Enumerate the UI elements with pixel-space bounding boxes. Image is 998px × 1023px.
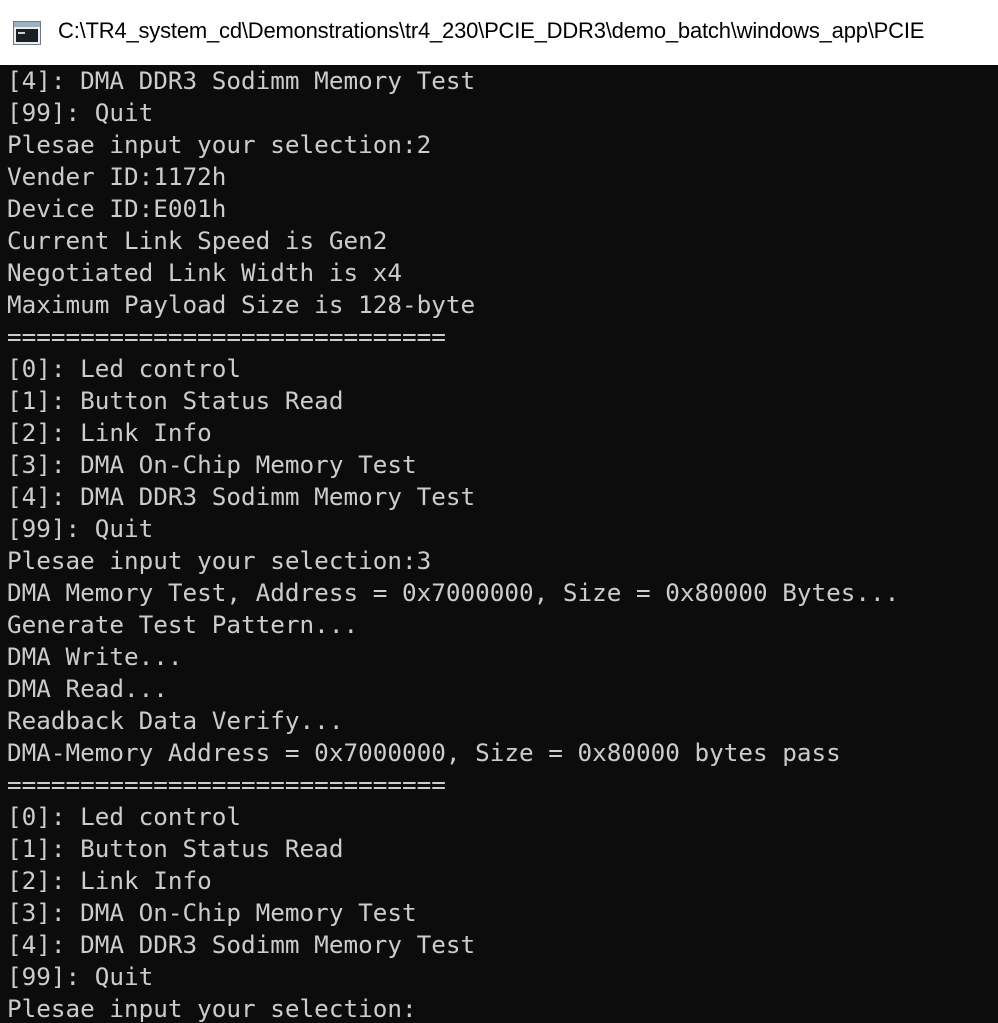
- console-line: [0]: Led control: [7, 802, 242, 831]
- console-lines: [4]: DMA DDR3 Sodimm Memory Test [99]: Qu…: [0, 65, 998, 1023]
- console-line: Current Link Speed is Gen2: [7, 226, 388, 255]
- console-line: Generate Test Pattern...: [7, 610, 359, 639]
- console-line: DMA-Memory Address = 0x7000000, Size = 0…: [7, 738, 841, 767]
- console-line: [0]: Led control: [7, 354, 242, 383]
- console-line: [4]: DMA DDR3 Sodimm Memory Test: [7, 482, 476, 511]
- console-line: ==============================: [7, 770, 446, 799]
- console-line: [99]: Quit: [7, 962, 154, 991]
- console-line: [2]: Link Info: [7, 418, 212, 447]
- console-line: Readback Data Verify...: [7, 706, 344, 735]
- console-line: [3]: DMA On-Chip Memory Test: [7, 898, 417, 927]
- console-line: Device ID:E001h: [7, 194, 227, 223]
- console-line: Negotiated Link Width is x4: [7, 258, 402, 287]
- console-line: [99]: Quit: [7, 514, 154, 543]
- console-line: [3]: DMA On-Chip Memory Test: [7, 450, 417, 479]
- console-output[interactable]: [4]: DMA DDR3 Sodimm Memory Test [99]: Qu…: [0, 65, 998, 1023]
- console-line: DMA Read...: [7, 674, 168, 703]
- window-title: C:\TR4_system_cd\Demonstrations\tr4_230\…: [58, 17, 925, 43]
- console-line: [2]: Link Info: [7, 866, 212, 895]
- console-line: Plesae input your selection:3: [7, 546, 432, 575]
- console-line: [4]: DMA DDR3 Sodimm Memory Test: [7, 930, 476, 959]
- console-line: [4]: DMA DDR3 Sodimm Memory Test: [7, 66, 476, 95]
- console-line: [1]: Button Status Read: [7, 834, 344, 863]
- window-titlebar[interactable]: C:\TR4_system_cd\Demonstrations\tr4_230\…: [0, 0, 998, 65]
- console-line: Vender ID:1172h: [7, 162, 227, 191]
- console-line: DMA Memory Test, Address = 0x7000000, Si…: [7, 578, 900, 607]
- console-line: [99]: Quit: [7, 98, 154, 127]
- console-line: ==============================: [7, 322, 446, 351]
- console-window: C:\TR4_system_cd\Demonstrations\tr4_230\…: [0, 0, 998, 1023]
- console-line: Plesae input your selection:: [7, 994, 417, 1023]
- console-line: DMA Write...: [7, 642, 183, 671]
- console-line: Maximum Payload Size is 128-byte: [7, 290, 476, 319]
- console-line: Plesae input your selection:2: [7, 130, 432, 159]
- console-app-icon[interactable]: [13, 20, 41, 45]
- console-line: [1]: Button Status Read: [7, 386, 344, 415]
